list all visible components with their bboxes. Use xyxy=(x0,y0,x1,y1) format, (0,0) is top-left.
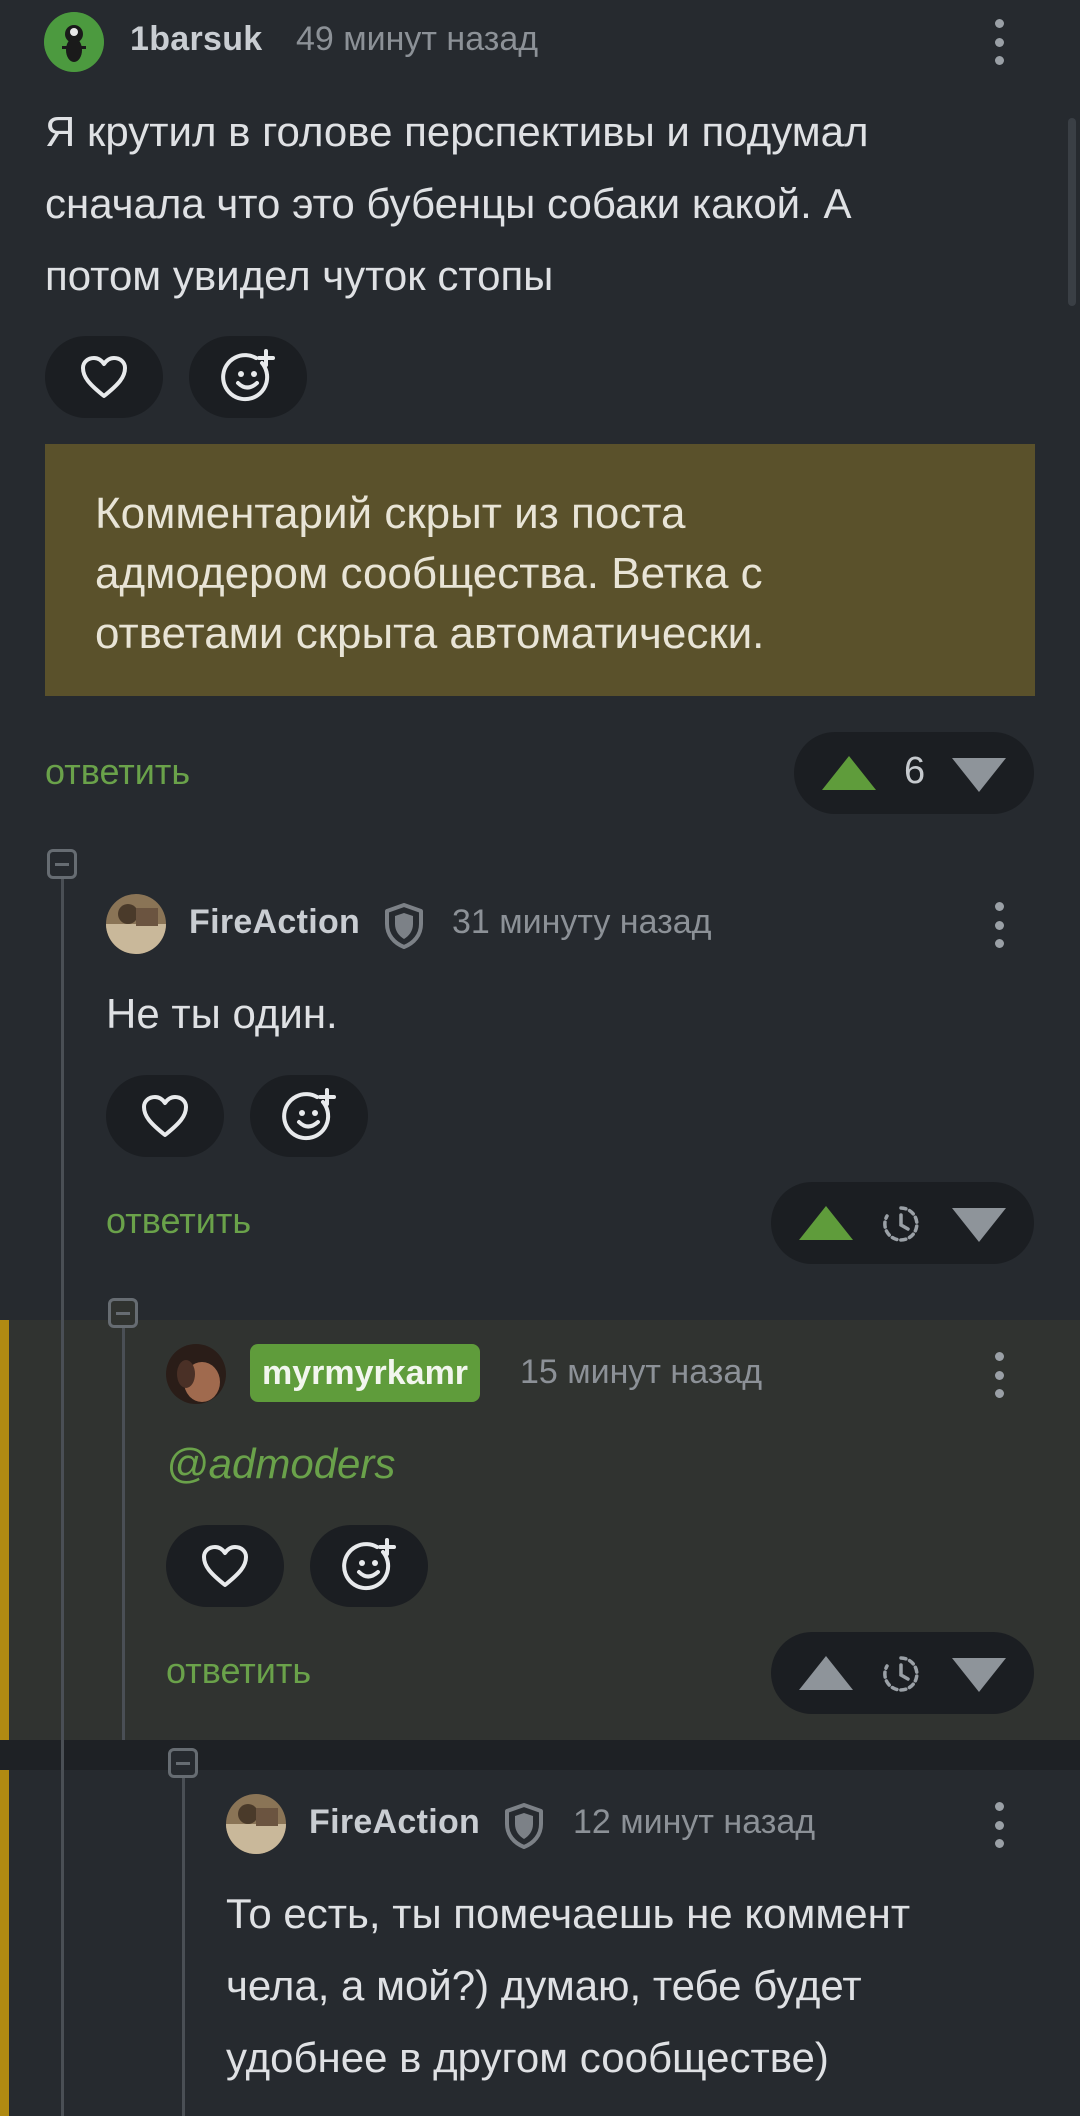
reply-button[interactable]: ответить xyxy=(166,1650,311,1692)
timestamp: 49 минут назад xyxy=(296,20,539,58)
collapse-thread-icon[interactable] xyxy=(47,849,77,879)
notice-line: адмодером сообщества. Ветка с xyxy=(95,549,763,598)
notice-line: ответами скрыта автоматически. xyxy=(95,609,765,658)
react-button[interactable] xyxy=(310,1525,428,1607)
like-button[interactable] xyxy=(45,336,163,418)
collapse-thread-icon[interactable] xyxy=(168,1748,198,1778)
comment-line: То есть, ты помечаешь не коммент xyxy=(226,1890,911,1937)
downvote-arrow-icon[interactable] xyxy=(952,1658,1006,1692)
emoji-add-icon xyxy=(221,349,275,402)
timestamp: 31 минуту назад xyxy=(452,903,712,941)
shield-icon xyxy=(505,1803,543,1849)
like-button[interactable] xyxy=(106,1075,224,1157)
highlight-stripe-2 xyxy=(0,1770,9,2116)
comment-text: То есть, ты помечаешь не коммент чела, а… xyxy=(226,1878,1066,2094)
react-button[interactable] xyxy=(189,336,307,418)
upvote-arrow-icon[interactable] xyxy=(822,756,876,790)
collapse-thread-icon[interactable] xyxy=(108,1298,138,1328)
comment-line: Я крутил в голове перспективы и подумал xyxy=(45,108,869,155)
comment-line: Не ты один. xyxy=(106,990,338,1037)
rating-count: 6 xyxy=(904,750,926,792)
thread-line-level1-over xyxy=(61,1320,64,2116)
avatar[interactable] xyxy=(166,1344,226,1404)
comment-text: Не ты один. xyxy=(106,978,1006,1050)
comment-line: сначала что это бубенцы собаки какой. А xyxy=(45,180,852,227)
comment-line: удобнее в другом сообществе) xyxy=(226,2034,829,2081)
vote-widget xyxy=(771,1632,1034,1714)
mention-link[interactable]: @admoders xyxy=(166,1428,1026,1500)
vote-widget: 6 xyxy=(794,732,1034,814)
clock-icon xyxy=(883,1206,919,1242)
downvote-arrow-icon[interactable] xyxy=(952,758,1006,792)
timestamp: 12 минут назад xyxy=(573,1803,816,1841)
separator xyxy=(0,1740,1080,1770)
hidden-comment-notice: Комментарий скрыт из поста адмодером соо… xyxy=(45,444,1035,696)
heart-icon xyxy=(81,356,127,398)
timestamp: 15 минут назад xyxy=(520,1353,763,1391)
avatar[interactable] xyxy=(44,12,104,72)
like-button[interactable] xyxy=(166,1525,284,1607)
reply-button[interactable]: ответить xyxy=(45,751,190,793)
comment-line: потом увидел чуток стопы xyxy=(45,252,554,299)
avatar[interactable] xyxy=(106,894,166,954)
comment-text: Я крутил в голове перспективы и подумал … xyxy=(45,96,1025,312)
username[interactable]: myrmyrkamr xyxy=(250,1344,481,1402)
username[interactable]: 1barsuk xyxy=(130,20,263,59)
upvote-arrow-icon[interactable] xyxy=(799,1206,853,1240)
clock-icon xyxy=(883,1656,919,1692)
heart-icon xyxy=(142,1095,188,1137)
heart-icon xyxy=(202,1545,248,1587)
reply-button[interactable]: ответить xyxy=(106,1200,251,1242)
comment-line: чела, а мой?) думаю, тебе будет xyxy=(226,1962,862,2009)
thread-line-level3 xyxy=(182,1778,185,2116)
notice-line: Комментарий скрыт из поста xyxy=(95,489,686,538)
scrollbar-thumb[interactable] xyxy=(1068,118,1076,306)
emoji-add-icon xyxy=(282,1088,336,1141)
comment-text: @admoders xyxy=(166,1428,1026,1500)
thread-line-level2-over xyxy=(122,1327,125,1740)
upvote-arrow-icon[interactable] xyxy=(799,1656,853,1690)
shield-icon xyxy=(385,903,423,949)
more-vertical-icon[interactable] xyxy=(984,15,1014,69)
username[interactable]: FireAction xyxy=(189,903,360,942)
more-vertical-icon[interactable] xyxy=(984,898,1014,952)
react-button[interactable] xyxy=(250,1075,368,1157)
username[interactable]: FireAction xyxy=(309,1803,480,1842)
vote-widget xyxy=(771,1182,1034,1264)
more-vertical-icon[interactable] xyxy=(984,1348,1014,1402)
downvote-arrow-icon[interactable] xyxy=(952,1208,1006,1242)
more-vertical-icon[interactable] xyxy=(984,1798,1014,1852)
emoji-add-icon xyxy=(342,1538,396,1591)
avatar[interactable] xyxy=(226,1794,286,1854)
highlight-stripe xyxy=(0,1320,9,1740)
